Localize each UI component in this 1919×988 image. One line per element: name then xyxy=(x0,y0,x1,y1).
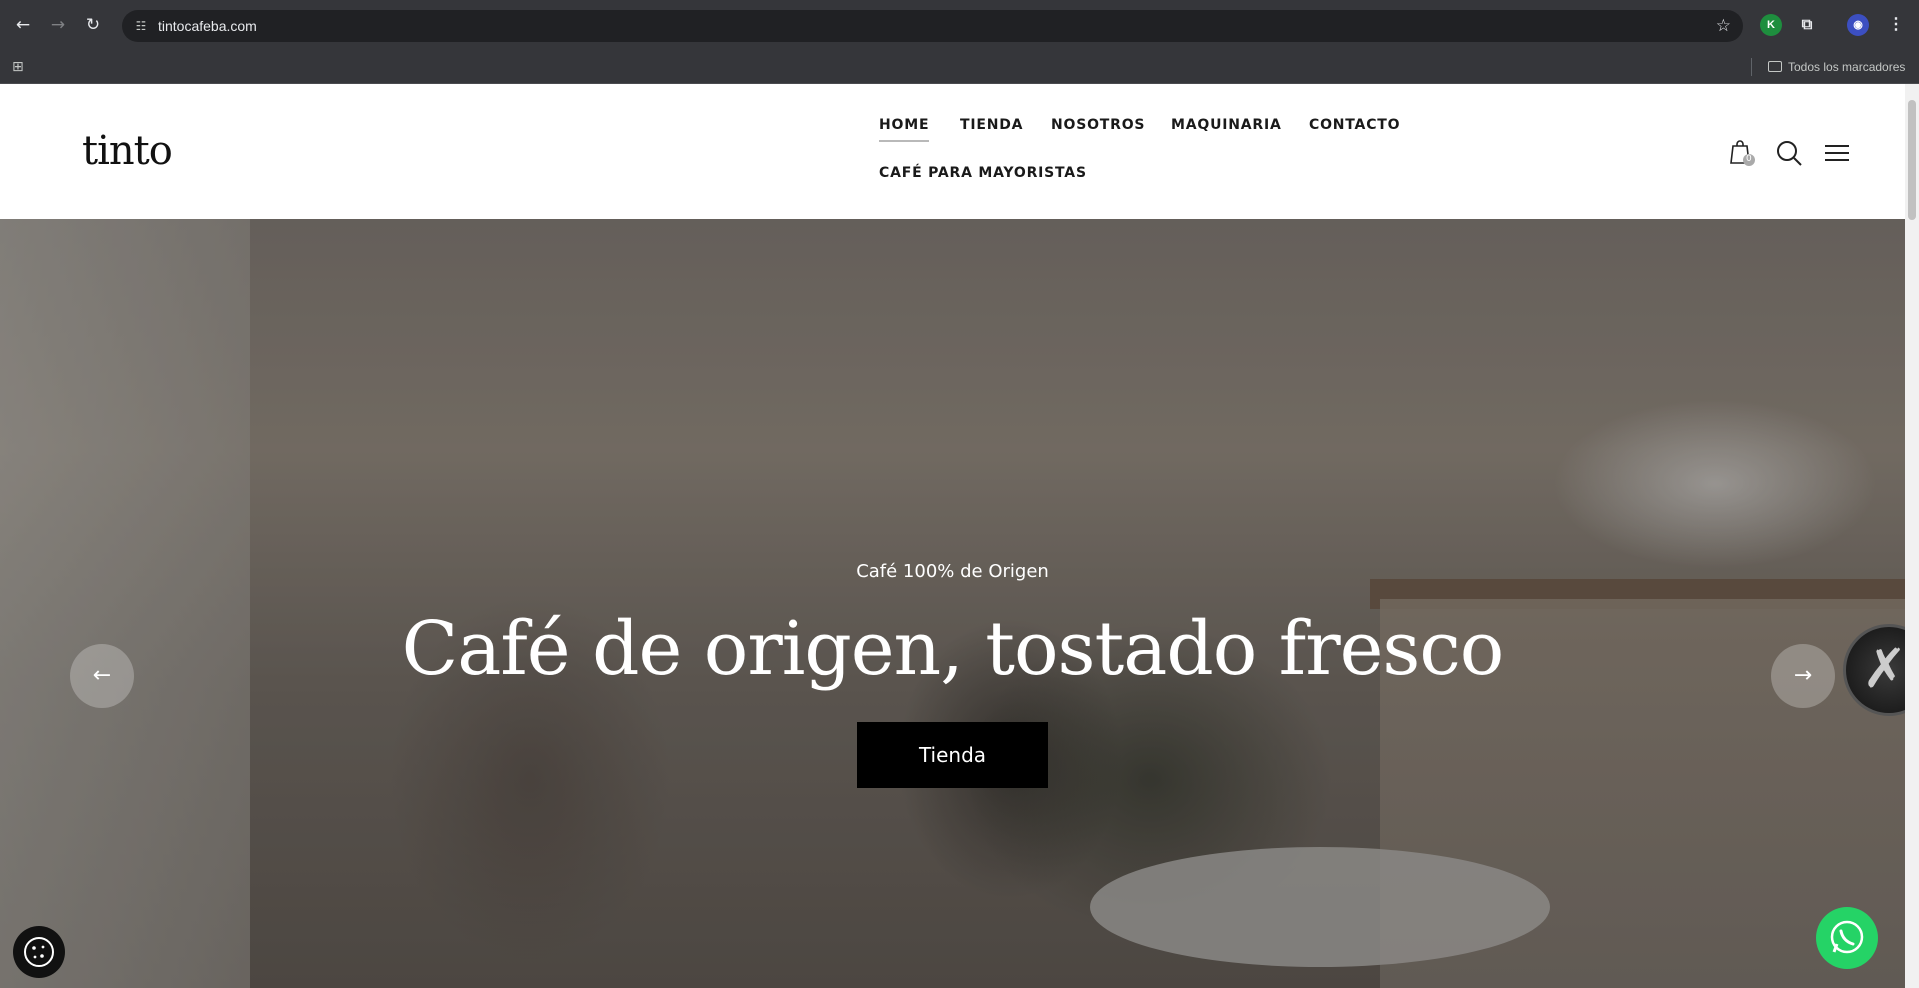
scrollbar-thumb[interactable] xyxy=(1908,100,1916,220)
menu-item-tienda[interactable]: TIENDA xyxy=(960,117,1023,133)
hero-slider: Café 100% de Origen Café de origen, tost… xyxy=(0,219,1905,988)
shop-button[interactable]: Tienda xyxy=(857,722,1048,788)
apps-grid-icon[interactable]: ⊞ xyxy=(12,59,24,75)
folder-icon xyxy=(1768,61,1782,72)
bookmarks-divider xyxy=(1751,58,1752,76)
menu-item-cafe-para-mayoristas[interactable]: CAFÉ PARA MAYORISTAS xyxy=(879,165,1087,181)
menu-item-home[interactable]: HOME xyxy=(879,117,930,142)
site-header: tinto HOME TIENDA NOSOTROS MAQUINARIA CO… xyxy=(0,84,1905,219)
page-scrollbar[interactable] xyxy=(1905,84,1919,988)
browser-toolbar: ← → ↻ ☷ tintocafeba.com ☆ K ⧉ ◉ ⋮ xyxy=(0,0,1919,50)
slider-prev-arrow-icon[interactable]: ← xyxy=(70,644,134,708)
all-bookmarks-label: Todos los marcadores xyxy=(1788,60,1906,74)
hero-content: Café 100% de Origen Café de origen, tost… xyxy=(0,219,1905,988)
extension-k-icon[interactable]: K xyxy=(1760,14,1782,36)
cart-icon[interactable]: 0 xyxy=(1727,138,1757,168)
whatsapp-icon[interactable] xyxy=(1816,907,1878,969)
profile-avatar[interactable]: ◉ xyxy=(1847,14,1869,36)
extensions-icon[interactable]: ⧉ xyxy=(1796,14,1818,36)
bookmark-star-icon[interactable]: ☆ xyxy=(1716,16,1731,36)
search-icon[interactable] xyxy=(1774,138,1804,168)
cookie-settings-icon[interactable] xyxy=(13,926,65,978)
site-logo[interactable]: tinto xyxy=(82,128,173,174)
cart-count: 0 xyxy=(1746,154,1752,164)
reload-icon[interactable]: ↻ xyxy=(80,12,106,38)
address-bar[interactable]: ☷ tintocafeba.com ☆ xyxy=(122,10,1743,42)
all-bookmarks-folder[interactable]: Todos los marcadores xyxy=(1768,58,1905,76)
menu-item-contacto[interactable]: CONTACTO xyxy=(1309,117,1400,133)
hero-subtitle: Café 100% de Origen xyxy=(856,561,1049,582)
forward-icon[interactable]: → xyxy=(45,12,71,38)
website-viewport: tinto HOME TIENDA NOSOTROS MAQUINARIA CO… xyxy=(0,84,1919,988)
menu-icon[interactable]: ⋮ xyxy=(1885,14,1907,36)
bookmarks-bar: ⊞ Todos los marcadores xyxy=(0,50,1919,84)
site-info-icon[interactable]: ☷ xyxy=(132,17,150,35)
url-text[interactable]: tintocafeba.com xyxy=(158,17,257,35)
menu-item-maquinaria[interactable]: MAQUINARIA xyxy=(1171,117,1282,133)
hamburger-icon[interactable] xyxy=(1822,138,1852,168)
slider-next-arrow-icon[interactable]: → xyxy=(1771,644,1835,708)
browser-chrome: ← → ↻ ☷ tintocafeba.com ☆ K ⧉ ◉ ⋮ ⊞ Todo… xyxy=(0,0,1919,84)
hero-headline: Café de origen, tostado fresco xyxy=(401,606,1505,692)
menu-item-nosotros[interactable]: NOSOTROS xyxy=(1051,117,1145,133)
back-icon[interactable]: ← xyxy=(10,12,36,38)
